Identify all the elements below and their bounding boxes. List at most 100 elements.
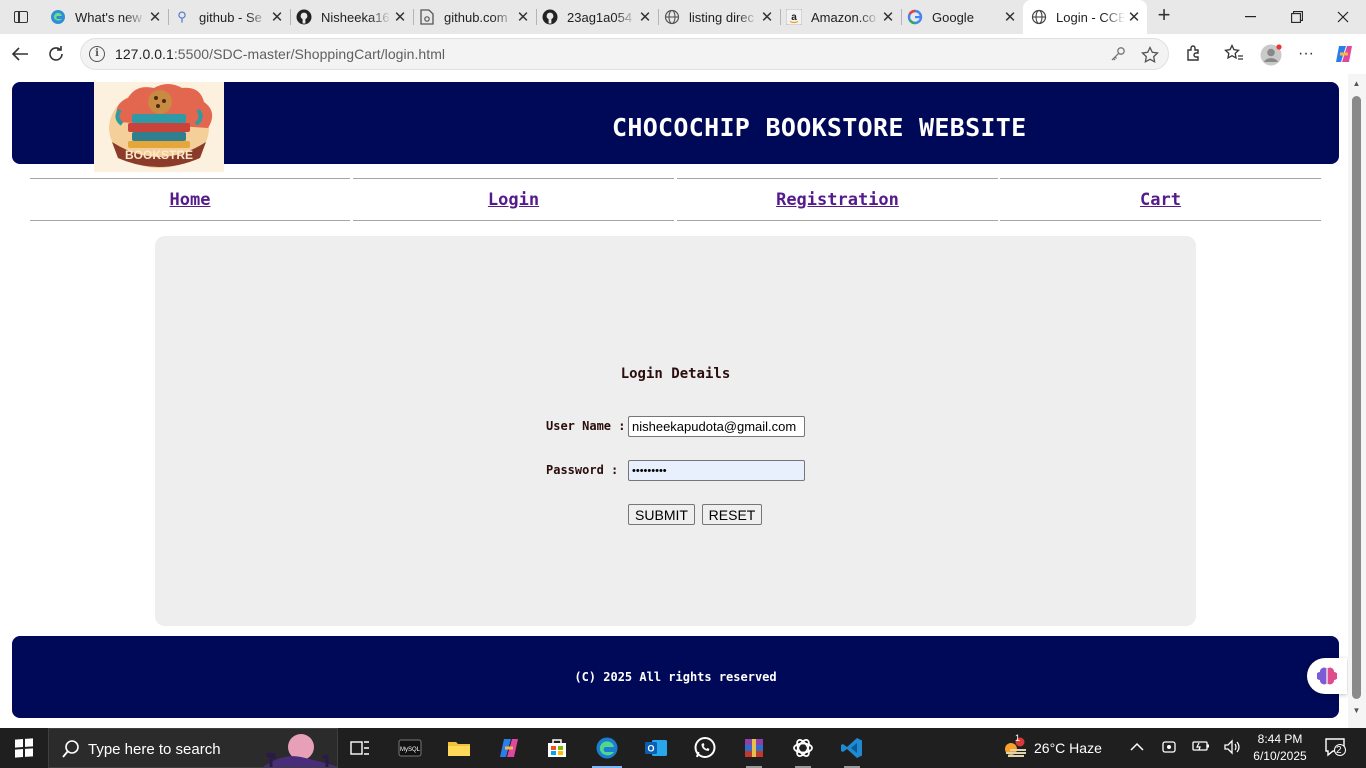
- copilot-icon[interactable]: [1332, 44, 1356, 64]
- floating-assistant-button[interactable]: [1307, 658, 1347, 694]
- close-icon[interactable]: ✕: [1001, 8, 1019, 26]
- tab-actions-icon: [14, 11, 28, 23]
- tab-actions-button[interactable]: [8, 6, 34, 28]
- login-panel: Login Details User Name : Password : SUB…: [155, 236, 1196, 626]
- password-label: Password :: [546, 463, 619, 477]
- folder-icon: [448, 742, 470, 756]
- github-icon: [296, 9, 312, 25]
- show-hidden-icons-chevron-up-icon[interactable]: [1128, 739, 1146, 757]
- search-icon: ⚲: [177, 9, 187, 24]
- tab-23ag1a054[interactable]: 23ag1a054 ✕: [536, 4, 658, 30]
- site-info-icon[interactable]: i: [89, 46, 105, 62]
- task-view-button[interactable]: [337, 728, 383, 768]
- close-icon[interactable]: ✕: [636, 8, 654, 26]
- close-icon[interactable]: ✕: [391, 8, 409, 26]
- scrollbar-thumb[interactable]: [1352, 96, 1361, 699]
- scroll-down-icon[interactable]: ▼: [1352, 706, 1361, 715]
- taskbar-app-outlook[interactable]: O: [633, 728, 679, 768]
- close-window-button[interactable]: [1320, 0, 1366, 34]
- close-icon[interactable]: ✕: [1125, 8, 1143, 26]
- tab-github-search[interactable]: ⚲ github - Se ✕: [168, 4, 290, 30]
- search-placeholder: Type here to search: [88, 741, 221, 758]
- chatgpt-icon: [793, 739, 813, 757]
- nav-link-cart[interactable]: Cart: [1140, 190, 1181, 210]
- battery-icon[interactable]: [1192, 739, 1210, 757]
- minimize-button[interactable]: [1228, 0, 1274, 34]
- bookstore-logo-image: BOOKSTRE: [109, 84, 213, 168]
- tab-title: github.com: [444, 9, 508, 25]
- password-input[interactable]: [628, 460, 805, 481]
- windows-logo-icon: [15, 738, 33, 758]
- nav-item-home: Home: [30, 178, 350, 221]
- tab-title: Nisheeka16: [321, 9, 390, 25]
- taskbar-app-terminal[interactable]: MySQL: [387, 728, 433, 768]
- store-icon: [548, 739, 566, 757]
- nav-item-registration: Registration: [677, 178, 998, 221]
- extensions-icon[interactable]: [1184, 44, 1204, 64]
- taskbar-app-store[interactable]: [534, 728, 580, 768]
- taskbar-app-chatgpt[interactable]: [780, 728, 826, 768]
- close-icon[interactable]: ✕: [514, 8, 532, 26]
- scroll-up-icon[interactable]: ▲: [1352, 79, 1361, 88]
- back-button[interactable]: [7, 41, 33, 67]
- favorites-icon[interactable]: [1224, 43, 1244, 64]
- taskbar-app-edge[interactable]: [584, 728, 630, 768]
- notifications-icon[interactable]: [1323, 737, 1347, 757]
- page-scrollbar[interactable]: ▲ ▼: [1348, 74, 1366, 728]
- taskbar-app-vscode[interactable]: [829, 728, 875, 768]
- edge-icon: [50, 9, 66, 25]
- start-button[interactable]: [0, 728, 48, 768]
- key-icon[interactable]: [1109, 46, 1127, 64]
- svg-text:a: a: [791, 12, 797, 23]
- reset-button[interactable]: RESET: [702, 504, 762, 525]
- close-icon: [1337, 11, 1349, 23]
- tab-title: Google: [932, 9, 974, 25]
- username-input[interactable]: [628, 416, 805, 437]
- nav-link-registration[interactable]: Registration: [776, 190, 899, 210]
- refresh-button[interactable]: [43, 41, 69, 67]
- tab-login-active[interactable]: Login - CCB ✕: [1023, 0, 1147, 34]
- favorite-star-icon[interactable]: [1141, 45, 1159, 64]
- tab-github-com[interactable]: github.com ✕: [413, 4, 536, 30]
- close-icon[interactable]: ✕: [758, 8, 776, 26]
- submit-button[interactable]: SUBMIT: [628, 504, 695, 525]
- terminal-app-icon: MySQL: [398, 739, 422, 757]
- notification-count: 2: [1336, 745, 1342, 756]
- restore-button[interactable]: [1274, 0, 1320, 34]
- volume-icon[interactable]: [1223, 739, 1241, 757]
- nav-link-home[interactable]: Home: [170, 190, 211, 210]
- address-bar[interactable]: i 127.0.0.1:5500/SDC-master/ShoppingCart…: [80, 38, 1169, 70]
- close-icon[interactable]: ✕: [268, 8, 286, 26]
- close-icon[interactable]: ✕: [879, 8, 897, 26]
- tab-whats-new[interactable]: What's new ✕: [44, 4, 168, 30]
- nav-item-login: Login: [353, 178, 674, 221]
- profile-avatar[interactable]: [1259, 44, 1283, 66]
- search-highlight-art-icon: [263, 734, 339, 767]
- clock-time: 8:44 PM: [1257, 732, 1303, 746]
- nav-link-login[interactable]: Login: [488, 190, 539, 210]
- taskbar-app-file-explorer[interactable]: [436, 728, 482, 768]
- tab-nisheeka-github[interactable]: Nisheeka16 ✕: [290, 4, 413, 30]
- bookstore-logo[interactable]: BOOKSTRE: [94, 82, 224, 172]
- tab-amazon[interactable]: a Amazon.co ✕: [780, 4, 901, 30]
- globe-icon: [1031, 9, 1047, 25]
- weather-text[interactable]: 26°C Haze: [1034, 740, 1102, 756]
- taskbar-app-copilot[interactable]: [486, 728, 532, 768]
- tab-title: github - Se: [199, 9, 262, 25]
- close-icon[interactable]: ✕: [146, 8, 164, 26]
- back-arrow-icon: [11, 47, 28, 61]
- system-clock[interactable]: 8:44 PM 6/10/2025: [1244, 731, 1316, 765]
- brain-icon: [1317, 667, 1337, 685]
- taskbar-app-winrar[interactable]: [731, 728, 777, 768]
- taskbar-search[interactable]: Type here to search: [48, 728, 339, 768]
- tab-listing-directory[interactable]: listing direc ✕: [658, 4, 780, 30]
- task-view-icon: [350, 741, 369, 755]
- browser-tab-strip: What's new ✕ ⚲ github - Se ✕ Nisheeka16 …: [0, 0, 1366, 34]
- taskbar-app-whatsapp[interactable]: [682, 728, 728, 768]
- tab-google[interactable]: Google ✕: [901, 4, 1023, 30]
- more-options-icon[interactable]: ···: [1296, 44, 1316, 64]
- tab-title: Login - CCB: [1056, 9, 1125, 25]
- new-tab-button[interactable]: +: [1153, 4, 1175, 27]
- tab-title: What's new: [75, 9, 142, 25]
- meet-now-icon[interactable]: [1160, 739, 1178, 757]
